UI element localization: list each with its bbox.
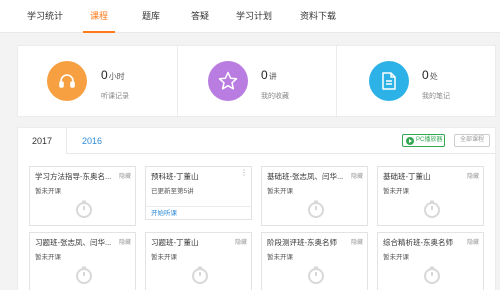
- course-card[interactable]: 学习方法指导-东奥名... 隐藏 暂未开课: [29, 166, 136, 226]
- tab-year-2017[interactable]: 2017: [18, 128, 68, 154]
- more-icon[interactable]: ⋮: [240, 169, 248, 177]
- course-status: 已更新至第5讲: [151, 188, 194, 195]
- stat-value: 0小时: [101, 68, 125, 82]
- hide-button[interactable]: 隐藏: [119, 237, 131, 246]
- course-card[interactable]: 习题班-丁董山 隐藏 暂未开课: [145, 232, 252, 290]
- course-title: 阶段测评班-东奥名师: [267, 238, 337, 247]
- stat-label: 我的笔记: [422, 93, 450, 100]
- hide-button[interactable]: 隐藏: [235, 237, 247, 246]
- course-status: 暂未开课: [151, 254, 177, 261]
- course-status: 暂未开课: [383, 188, 409, 195]
- tab-question-bank[interactable]: 题库: [141, 0, 161, 33]
- stopwatch-icon: [308, 200, 324, 218]
- tab-downloads[interactable]: 资料下载: [300, 0, 336, 33]
- hide-button[interactable]: 隐藏: [351, 237, 363, 246]
- course-status: 暂未开课: [267, 188, 293, 195]
- star-icon: [208, 61, 248, 101]
- stopwatch-icon: [76, 200, 92, 218]
- tab-study-stats[interactable]: 学习统计: [27, 0, 63, 33]
- courses-panel: 2017 2016 PC播放器 全部课程 学习方法指导-东奥名... 隐藏 暂未…: [17, 127, 496, 290]
- hide-button[interactable]: 隐藏: [351, 171, 363, 180]
- course-card[interactable]: 基础班-丁董山 隐藏 暂未开课: [377, 166, 484, 226]
- headphones-icon: [47, 61, 87, 101]
- stats-panel: 0小时 听课记录 0讲 我的收藏 0处 我的笔记: [17, 45, 496, 118]
- pc-player-label: PC播放器: [416, 137, 443, 143]
- course-status: 暂未开课: [383, 254, 409, 261]
- course-title: 习题班-丁董山: [151, 238, 199, 247]
- stat-listening-record[interactable]: 0小时 听课记录: [18, 46, 177, 118]
- stopwatch-icon: [192, 266, 208, 284]
- hide-button[interactable]: 隐藏: [467, 171, 479, 180]
- stat-favorites[interactable]: 0讲 我的收藏: [177, 46, 336, 118]
- course-status: 暂未开课: [35, 254, 61, 261]
- course-card[interactable]: 预科班-丁董山 ⋮ 已更新至第5讲 开始听课: [145, 166, 252, 220]
- document-icon: [369, 61, 409, 101]
- course-title: 预科班-丁董山: [151, 172, 199, 181]
- stopwatch-icon: [424, 266, 440, 284]
- stopwatch-icon: [424, 200, 440, 218]
- course-title: 习题班-张志凤、闫华...: [35, 238, 112, 247]
- stat-value: 0处: [422, 68, 438, 82]
- course-title: 基础班-丁董山: [383, 172, 431, 181]
- pc-player-button[interactable]: PC播放器: [402, 134, 445, 147]
- tab-year-2016[interactable]: 2016: [82, 128, 102, 154]
- stat-label: 我的收藏: [261, 93, 289, 100]
- course-card[interactable]: 基础班-张志凤、闫华... 隐藏 暂未开课: [261, 166, 368, 226]
- stopwatch-icon: [308, 266, 324, 284]
- course-status: 暂未开课: [35, 188, 61, 195]
- stat-value: 0讲: [261, 68, 277, 82]
- stat-label: 听课记录: [101, 93, 129, 100]
- course-card[interactable]: 习题班-张志凤、闫华... 隐藏 暂未开课: [29, 232, 136, 290]
- play-icon: [406, 137, 414, 145]
- course-title: 基础班-张志凤、闫华...: [267, 172, 344, 181]
- tab-courses[interactable]: 课程: [83, 0, 115, 33]
- course-card[interactable]: 阶段测评班-东奥名师 隐藏 暂未开课: [261, 232, 368, 290]
- course-card[interactable]: 综合精析班-东奥名师 隐藏 暂未开课: [377, 232, 484, 290]
- start-listening-link[interactable]: 开始听课: [146, 206, 251, 219]
- course-title: 学习方法指导-东奥名...: [35, 172, 112, 181]
- stat-notes[interactable]: 0处 我的笔记: [336, 46, 495, 118]
- hide-button[interactable]: 隐藏: [467, 237, 479, 246]
- top-nav: 学习统计 课程 题库 答疑 学习计划 资料下载: [0, 0, 500, 33]
- course-title: 综合精析班-东奥名师: [383, 238, 453, 247]
- course-status: 暂未开课: [267, 254, 293, 261]
- hide-button[interactable]: 隐藏: [119, 171, 131, 180]
- year-tabs: 2017 2016 PC播放器 全部课程: [18, 128, 495, 154]
- tab-study-plan[interactable]: 学习计划: [236, 0, 272, 33]
- all-courses-button[interactable]: 全部课程: [454, 134, 490, 147]
- tab-qa[interactable]: 答疑: [190, 0, 210, 33]
- stopwatch-icon: [76, 266, 92, 284]
